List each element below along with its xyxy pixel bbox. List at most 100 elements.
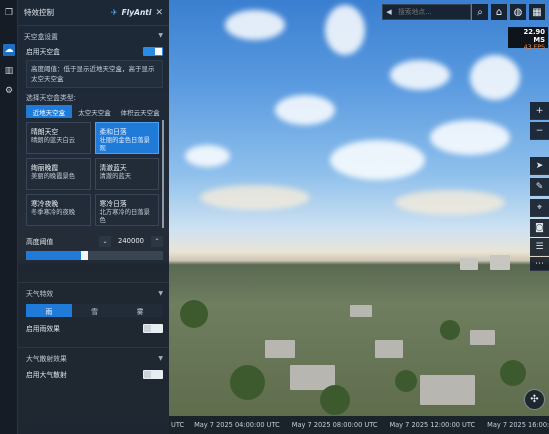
height-threshold-row: 高度阈值 ⌄ 240000 ⌃ bbox=[18, 234, 169, 248]
compass-icon[interactable]: ✣ bbox=[524, 389, 545, 410]
weather-selector: 雨 雪 雾 bbox=[26, 304, 164, 317]
enable-rain-toggle[interactable] bbox=[143, 323, 163, 333]
caret-down-icon: ▼ bbox=[158, 32, 163, 39]
preset-name: 寒冷日落 bbox=[99, 200, 127, 208]
slider-handle[interactable] bbox=[80, 251, 88, 260]
zoom-out-icon[interactable]: − bbox=[530, 122, 549, 140]
skybox-type-tabs: 近地天空盒 太空天空盒 体积云天空盒 bbox=[26, 105, 164, 118]
select-type-label: 选择天空盒类型: bbox=[26, 93, 76, 102]
weather-rain-option[interactable]: 雨 bbox=[26, 304, 72, 317]
divider bbox=[18, 347, 169, 348]
enable-atmos-label: 启用大气散射 bbox=[26, 371, 67, 379]
preset-name: 寒冷夜晚 bbox=[31, 200, 59, 208]
home-icon[interactable]: ⌂ bbox=[491, 4, 507, 20]
zoom-in-icon[interactable]: + bbox=[530, 102, 549, 120]
left-rail: ❐ ☁ ▥ ⚙ bbox=[0, 0, 18, 434]
tree bbox=[500, 360, 526, 386]
atmos-section-header[interactable]: 大气散射效果 ▼ bbox=[18, 351, 169, 365]
preset-desc: 冬季寒冷的夜晚 bbox=[31, 209, 76, 216]
enable-skybox-label: 启用天空盒 bbox=[26, 48, 60, 56]
gear-icon[interactable]: ⚙ bbox=[3, 85, 15, 97]
height-threshold-slider[interactable] bbox=[26, 251, 163, 260]
tree bbox=[395, 370, 417, 392]
preset-desc: 晴朗的蓝天白云 bbox=[31, 137, 76, 144]
search-icon[interactable]: ⌕ bbox=[472, 4, 488, 20]
sky-section-header[interactable]: 天空盒设置 ▼ bbox=[18, 29, 169, 42]
preset-desc: 美丽的晚霞景色 bbox=[31, 173, 76, 180]
preset-desc: 清澈的蓝天 bbox=[99, 173, 131, 180]
globe-icon[interactable]: ◍ bbox=[510, 4, 526, 20]
tab-space[interactable]: 太空天空盒 bbox=[71, 105, 118, 118]
tree bbox=[180, 300, 208, 328]
enable-atmos-row: 启用大气散射 bbox=[18, 367, 169, 381]
weather-section-header[interactable]: 天气特效 ▼ bbox=[18, 286, 169, 300]
grid-icon[interactable]: ▦ bbox=[529, 4, 545, 20]
preset-cold-night[interactable]: 寒冷夜晚 冬季寒冷的夜晚 bbox=[26, 194, 91, 226]
timeline-label: May 7 2025 12:00:00 UTC bbox=[389, 421, 476, 429]
tree bbox=[440, 320, 460, 340]
cloud bbox=[430, 120, 510, 155]
height-threshold-label: 高度阈值 bbox=[26, 238, 54, 246]
house bbox=[470, 330, 495, 345]
preset-scrollbar[interactable] bbox=[162, 120, 164, 228]
sky-section-title: 天空盒设置 bbox=[24, 32, 58, 41]
frame-time: 22.90 MS bbox=[523, 28, 546, 44]
preset-cold-sunset[interactable]: 寒冷日落 北方寒冷的日落景色 bbox=[94, 194, 159, 226]
house bbox=[350, 305, 372, 317]
height-note: 高度阈值：低于显示近地天空盒，高于显示太空天空盒 bbox=[26, 60, 163, 88]
camera-icon[interactable]: ◙ bbox=[530, 219, 549, 237]
preset-brilliant-glow[interactable]: 绚丽晚霞 美丽的晚霞景色 bbox=[26, 158, 91, 190]
panel-header: 特效控制 ✈ FlyAnti ✕ bbox=[18, 0, 169, 26]
enable-skybox-row: 启用天空盒 bbox=[18, 44, 169, 58]
enable-atmos-toggle[interactable] bbox=[143, 369, 163, 379]
slider-fill bbox=[26, 251, 84, 260]
close-icon[interactable]: ✕ bbox=[155, 8, 163, 18]
location-icon[interactable]: ⌖ bbox=[530, 199, 549, 217]
timeline-label: May 7 2025 04:00:00 UTC bbox=[194, 421, 280, 429]
fps-value: 43 FPS bbox=[523, 44, 545, 51]
cloud-icon[interactable]: ☁ bbox=[3, 44, 15, 56]
weather-section-title: 天气特效 bbox=[26, 290, 54, 298]
preset-clear-sky[interactable]: 晴朗天空 晴朗的蓝天白云 bbox=[26, 122, 91, 154]
sliders-icon[interactable]: ☰ bbox=[530, 238, 549, 256]
panel-title: 特效控制 bbox=[24, 8, 54, 17]
cloud bbox=[275, 95, 335, 125]
performance-readout: 22.90 MS 43 FPS bbox=[508, 27, 548, 51]
building bbox=[460, 258, 478, 270]
divider bbox=[18, 282, 169, 283]
height-threshold-value[interactable]: 240000 bbox=[111, 237, 151, 245]
preset-soft-sunset[interactable]: 柔和日落 壮丽的金色日落景观 bbox=[94, 122, 159, 154]
preset-name: 柔和日落 bbox=[99, 128, 127, 136]
preset-desc: 壮丽的金色日落景观 bbox=[99, 137, 150, 152]
weather-snow-option[interactable]: 雪 bbox=[71, 304, 118, 317]
draw-icon[interactable]: ✎ bbox=[530, 178, 549, 196]
cloud bbox=[185, 145, 230, 167]
timeline-bar[interactable]: UTC May 7 2025 04:00:00 UTC May 7 2025 0… bbox=[169, 416, 549, 434]
tab-near-ground[interactable]: 近地天空盒 bbox=[26, 105, 72, 118]
timeline-label: UTC bbox=[171, 421, 185, 429]
enable-skybox-toggle[interactable] bbox=[143, 46, 163, 56]
house bbox=[420, 375, 475, 405]
more-icon[interactable]: ⋯ bbox=[530, 257, 549, 271]
cloud bbox=[325, 5, 365, 55]
house bbox=[265, 340, 295, 358]
preset-desc: 北方寒冷的日落景色 bbox=[99, 209, 150, 224]
weather-fog-option[interactable]: 雾 bbox=[117, 304, 164, 317]
tab-volumetric-cloud[interactable]: 体积云天空盒 bbox=[117, 105, 164, 118]
chevron-up-icon[interactable]: ⌃ bbox=[151, 235, 163, 247]
chevron-down-icon[interactable]: ⌄ bbox=[99, 235, 111, 247]
skybox-preset-grid: 晴朗天空 晴朗的蓝天白云 柔和日落 壮丽的金色日落景观 绚丽晚霞 美丽的晚霞景色… bbox=[26, 122, 159, 226]
caret-down-icon: ▼ bbox=[158, 289, 163, 297]
enable-rain-label: 启用雨效果 bbox=[26, 325, 60, 333]
building-icon[interactable]: ▥ bbox=[3, 65, 15, 77]
preset-name: 清澈蓝天 bbox=[99, 164, 127, 172]
layers-icon[interactable]: ❐ bbox=[3, 7, 15, 19]
fly-logo-icon: ✈ bbox=[110, 8, 118, 17]
collapse-arrow-icon[interactable]: ◀ bbox=[383, 8, 395, 16]
navigate-icon[interactable]: ➤ bbox=[530, 157, 549, 175]
cloud bbox=[225, 10, 285, 40]
building bbox=[490, 255, 510, 270]
search-input[interactable] bbox=[395, 8, 470, 16]
preset-clear-blue[interactable]: 清澈蓝天 清澈的蓝天 bbox=[94, 158, 159, 190]
effects-panel: 特效控制 ✈ FlyAnti ✕ 天空盒设置 ▼ 启用天空盒 高度阈值：低于显示… bbox=[18, 0, 169, 434]
